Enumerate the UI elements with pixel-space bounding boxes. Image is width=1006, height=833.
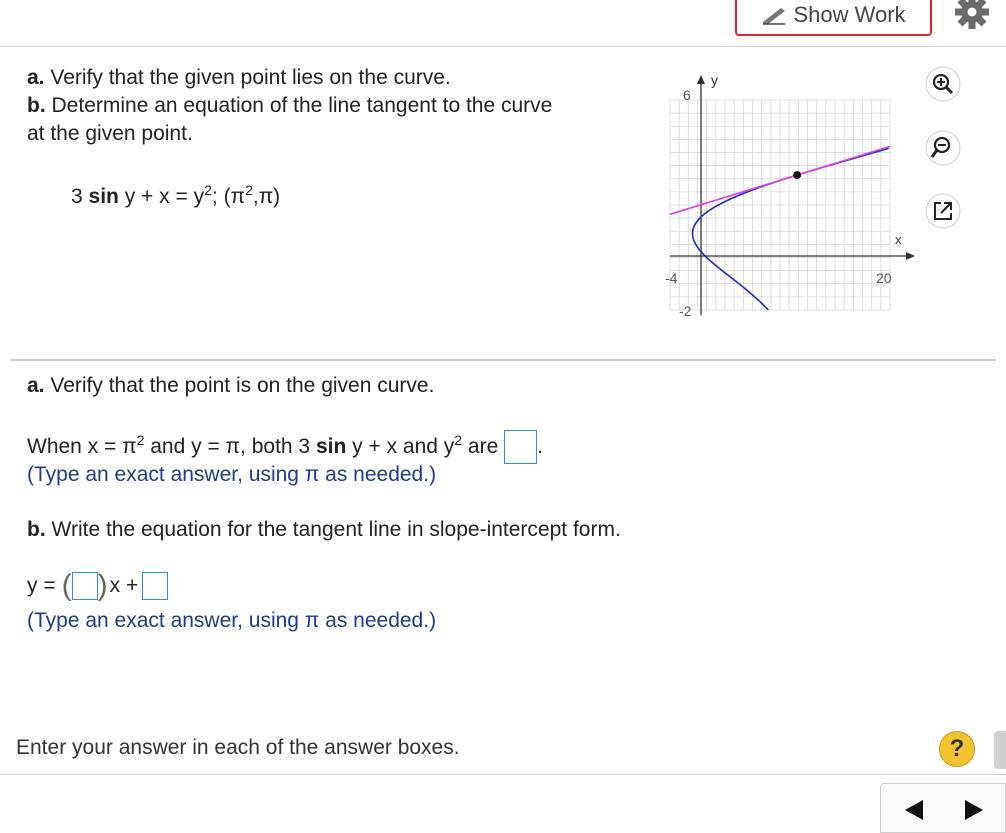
section-divider bbox=[10, 359, 996, 361]
y-axis-label: y bbox=[711, 72, 718, 88]
part-a-text: Verify that the given point lies on the … bbox=[50, 66, 451, 89]
eq-point-open: (π bbox=[223, 185, 246, 208]
part-a-question: When x = π 2 and y = π, both 3 sin y + x … bbox=[27, 426, 543, 465]
x-tick-left: -4 bbox=[665, 270, 678, 286]
eq-exp: 2 bbox=[204, 182, 212, 198]
x-axis-arrow bbox=[906, 252, 915, 260]
eq-point-exp: 2 bbox=[245, 182, 253, 198]
part-a-heading-label: a. bbox=[27, 374, 45, 397]
close-paren: ) bbox=[97, 569, 108, 602]
given-point bbox=[793, 171, 802, 180]
part-a-answer-box[interactable] bbox=[504, 430, 538, 465]
next-arrow-icon[interactable] bbox=[963, 798, 985, 822]
part-a-period: . bbox=[537, 435, 543, 458]
eq-rest: y + x = y bbox=[124, 185, 205, 208]
prev-arrow-icon[interactable] bbox=[903, 798, 925, 822]
part-b-text: Determine an equation of the line tangen… bbox=[51, 94, 553, 117]
part-a-heading-text: Verify that the point is on the given cu… bbox=[50, 374, 435, 397]
header-divider bbox=[0, 46, 1006, 47]
part-a-sin: sin bbox=[315, 435, 347, 458]
pencil-icon bbox=[763, 8, 786, 25]
equation: 3 sin y + x = y2; (π2,π) bbox=[71, 176, 280, 211]
zoom-out-icon bbox=[925, 130, 961, 166]
show-work-button[interactable]: Show Work bbox=[735, 0, 932, 36]
zoom-in-icon bbox=[925, 66, 961, 102]
popout-icon bbox=[925, 193, 961, 229]
part-a-hint: (Type an exact answer, using π as needed… bbox=[27, 463, 437, 486]
zoom-in-button[interactable] bbox=[925, 66, 961, 102]
y-tick-bottom: -2 bbox=[679, 303, 692, 319]
x-tick-right: 20 bbox=[876, 270, 892, 286]
part-b-heading-label: b. bbox=[27, 518, 46, 541]
slope-answer-box[interactable] bbox=[71, 572, 98, 600]
part-a-and: and y = π, both 3 bbox=[144, 435, 316, 458]
help-icon: ? bbox=[949, 735, 965, 762]
gear-icon bbox=[955, 0, 989, 29]
part-b-x-plus: x + bbox=[109, 574, 139, 597]
part-b-label: b. bbox=[27, 94, 46, 117]
part-a-label: a. bbox=[27, 66, 45, 89]
part-b-heading-text: Write the equation for the tangent line … bbox=[51, 518, 621, 541]
curve-series bbox=[691, 147, 889, 311]
problem-statement: a. Verify that the given point lies on t… bbox=[27, 64, 647, 148]
y-axis-arrow bbox=[697, 75, 705, 84]
part-b-heading: b. Write the equation for the tangent li… bbox=[27, 516, 621, 544]
graph-grid bbox=[669, 99, 891, 311]
settings-button[interactable] bbox=[952, 0, 992, 37]
part-a-are: are bbox=[462, 435, 499, 458]
part-a-mid: y + x and y bbox=[346, 435, 455, 458]
intercept-answer-box[interactable] bbox=[142, 572, 169, 600]
part-b-equation: y = ( ) x + bbox=[27, 569, 169, 602]
eq-point-close: ,π) bbox=[252, 185, 281, 208]
footer-divider bbox=[0, 774, 1006, 775]
part-b-y-eq: y = bbox=[27, 574, 56, 597]
part-b-hint: (Type an exact answer, using π as needed… bbox=[27, 609, 437, 632]
y-tick-top: 6 bbox=[683, 87, 691, 103]
x-axis-label: x bbox=[895, 232, 902, 247]
part-b-text2: at the given point. bbox=[27, 122, 193, 145]
eq-sep: ; bbox=[211, 185, 218, 208]
part-a-heading: a. Verify that the point is on the given… bbox=[27, 372, 434, 400]
help-button[interactable]: ? bbox=[939, 731, 975, 767]
part-a-when: When x = π bbox=[27, 435, 137, 458]
eq-sin: sin bbox=[88, 185, 119, 208]
side-scroll-tab[interactable] bbox=[994, 731, 1006, 769]
footer-instruction: Enter your answer in each of the answer … bbox=[16, 736, 460, 759]
popout-button[interactable] bbox=[925, 193, 961, 229]
show-work-label: Show Work bbox=[793, 2, 906, 27]
zoom-out-button[interactable] bbox=[925, 130, 961, 166]
open-paren: ( bbox=[61, 569, 72, 602]
eq-coef: 3 bbox=[71, 185, 83, 208]
curve-graph: y x 6 -2 -4 20 bbox=[665, 72, 915, 319]
part-a-exp2: 2 bbox=[454, 432, 463, 448]
question-nav bbox=[880, 783, 1006, 833]
